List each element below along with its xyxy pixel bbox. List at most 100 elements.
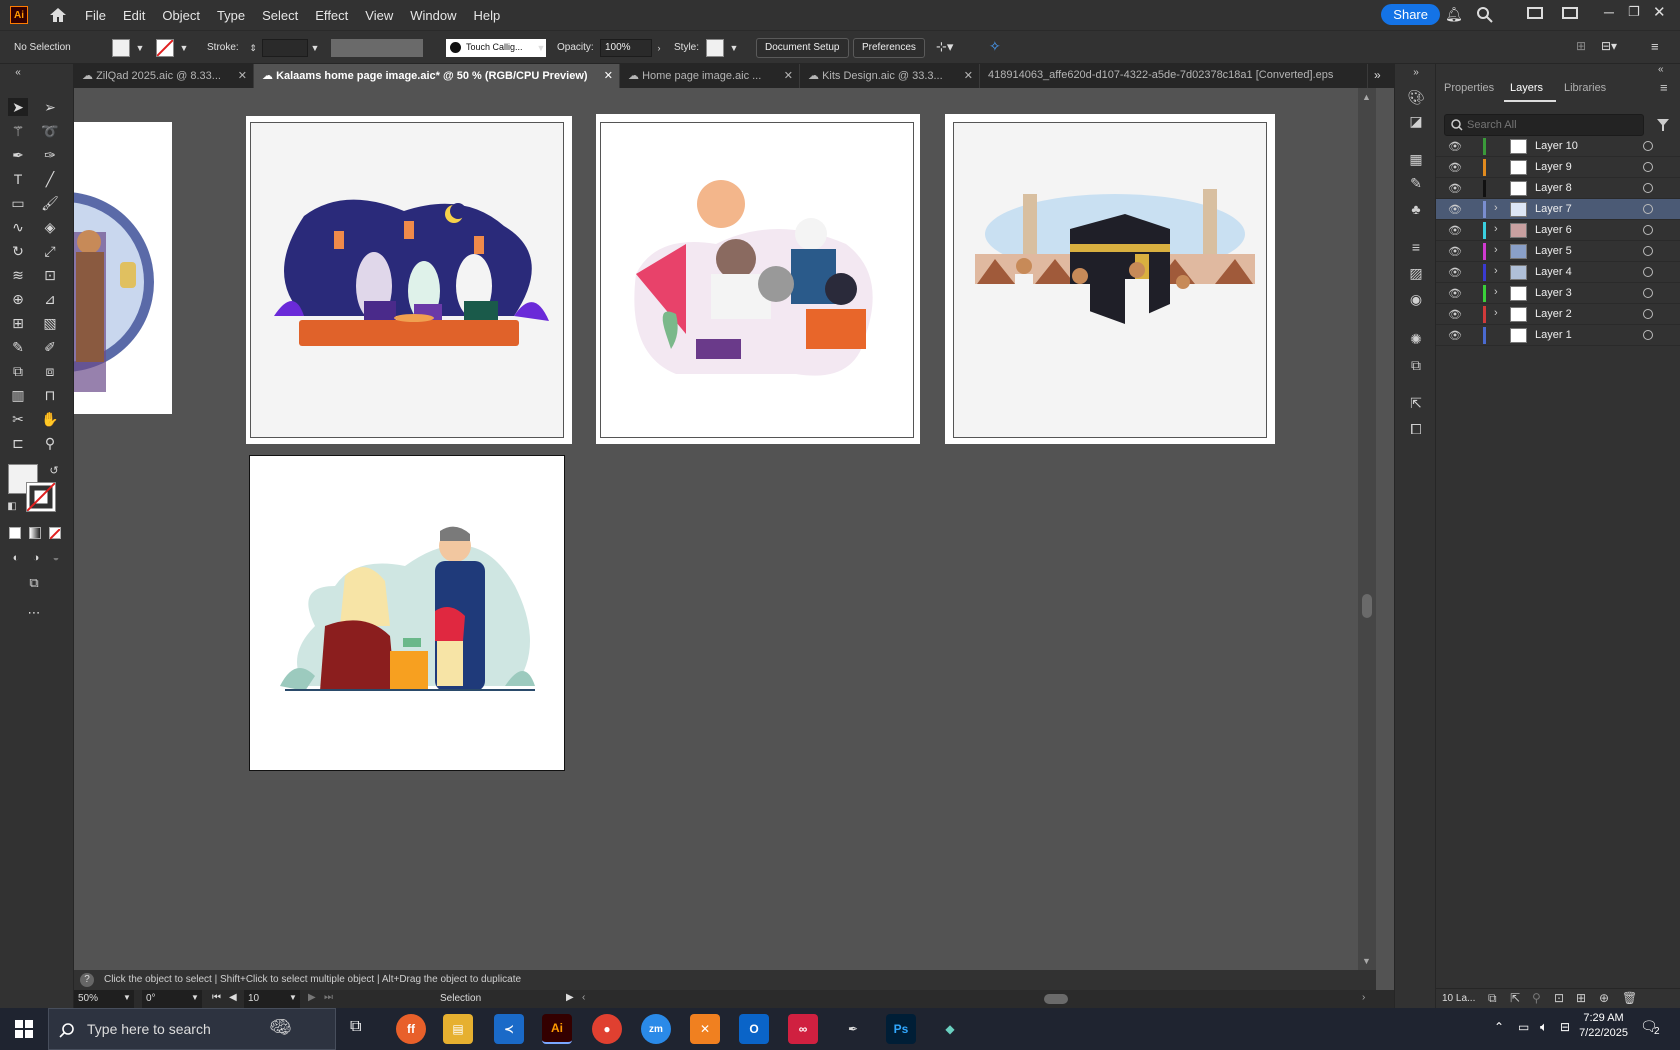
panel-menu-icon[interactable]: ≡: [1660, 80, 1668, 95]
color-mode-icon[interactable]: [9, 527, 21, 539]
tab-zilqad[interactable]: ☁ ZilQad 2025.aic @ 8.33... ✕: [74, 64, 254, 88]
close-window-icon[interactable]: ✕: [1653, 3, 1666, 21]
menu-effect[interactable]: Effect: [315, 8, 348, 23]
illustrator-taskbar-icon[interactable]: Ai: [542, 1014, 572, 1044]
type-tool-icon[interactable]: T: [8, 170, 28, 188]
delete-layer-icon[interactable]: 🗑︎: [1622, 991, 1637, 1005]
layer-row[interactable]: 👁︎ Layer 8: [1436, 178, 1680, 199]
minimize-icon[interactable]: ─: [1604, 4, 1614, 20]
tab-properties[interactable]: Properties: [1444, 82, 1494, 94]
scroll-left-icon[interactable]: ‹: [582, 992, 585, 1003]
bell-icon[interactable]: 🔔︎: [1445, 6, 1463, 23]
eye-icon[interactable]: 👁︎: [1448, 245, 1462, 258]
hand-tool-icon[interactable]: ✋: [40, 410, 60, 428]
horizontal-scroll-thumb[interactable]: [1044, 994, 1068, 1004]
appearance-icon[interactable]: ✺: [1407, 330, 1425, 348]
draw-normal-icon[interactable]: ◐: [6, 549, 26, 567]
magic-wand-tool-icon[interactable]: ⚚: [8, 122, 28, 140]
scroll-up-icon[interactable]: ▲: [1362, 92, 1371, 102]
layer-row[interactable]: 👁︎ › Layer 5: [1436, 241, 1680, 262]
brush-definition[interactable]: Touch Callig...: [446, 39, 546, 57]
layer-name[interactable]: Layer 4: [1535, 266, 1572, 278]
gradient-mode-icon[interactable]: [29, 527, 41, 539]
eye-icon[interactable]: 👁︎: [1448, 287, 1462, 300]
chevron-right-icon[interactable]: ›: [1494, 307, 1498, 319]
menu-edit[interactable]: Edit: [123, 8, 145, 23]
layer-name[interactable]: Layer 1: [1535, 329, 1572, 341]
chevron-right-icon[interactable]: ›: [1494, 244, 1498, 256]
measure-tool-icon[interactable]: ✐: [40, 338, 60, 356]
vscode-icon[interactable]: ≺: [494, 1014, 524, 1044]
task-view-icon[interactable]: ⧉: [350, 1018, 361, 1036]
selection-tool-icon[interactable]: ➤: [8, 98, 28, 116]
scroll-right-icon[interactable]: ›: [1362, 992, 1365, 1003]
artboard-iftar[interactable]: [246, 116, 572, 444]
fill-dropdown-icon[interactable]: ▼: [133, 39, 147, 57]
scroll-down-icon[interactable]: ▼: [1362, 956, 1371, 966]
stroke-swatch[interactable]: [156, 39, 174, 57]
zoom-dropdown-icon[interactable]: ▼: [123, 993, 131, 1002]
rotation-dropdown-icon[interactable]: ▼: [191, 993, 199, 1002]
artboard-partial[interactable]: [74, 122, 172, 414]
rotate-tool-icon[interactable]: ↻: [8, 242, 28, 260]
xampp-icon[interactable]: ✕: [690, 1014, 720, 1044]
target-icon[interactable]: [1643, 309, 1653, 319]
target-icon[interactable]: [1643, 330, 1653, 340]
first-artboard-icon[interactable]: ⏮: [212, 992, 221, 1003]
lasso-tool-icon[interactable]: ➰: [40, 122, 60, 140]
stroke-weight-dropdown-icon[interactable]: ▼: [308, 39, 322, 57]
chevron-right-icon[interactable]: ›: [1494, 202, 1498, 214]
tab-libraries[interactable]: Libraries: [1564, 82, 1606, 94]
file-explorer-icon[interactable]: ▤: [443, 1014, 473, 1044]
taskbar-clock[interactable]: 7:29 AM 7/22/2025: [1579, 1012, 1628, 1039]
eye-icon[interactable]: 👁︎: [1448, 266, 1462, 279]
target-icon[interactable]: [1643, 183, 1653, 193]
symbol-sprayer-tool-icon[interactable]: ⧈: [40, 362, 60, 380]
more-tools-icon[interactable]: ⋯: [24, 604, 44, 622]
close-tab-icon[interactable]: ✕: [964, 69, 973, 82]
workspace-icon[interactable]: [1562, 7, 1578, 19]
screen-mode-icon[interactable]: ⧉: [24, 574, 44, 592]
menu-type[interactable]: Type: [217, 8, 245, 23]
transform-icon[interactable]: ⊞: [1576, 39, 1586, 53]
eye-icon[interactable]: 👁︎: [1448, 182, 1462, 195]
target-icon[interactable]: [1643, 246, 1653, 256]
rectangle-tool-icon[interactable]: ▭: [8, 194, 28, 212]
layer-row[interactable]: 👁︎ Layer 1: [1436, 325, 1680, 346]
swap-colors-icon[interactable]: ↺: [44, 462, 64, 480]
chrome-icon[interactable]: ●: [592, 1014, 622, 1044]
close-tab-icon[interactable]: ✕: [604, 69, 613, 82]
align-options-icon[interactable]: ⊹▾: [936, 39, 953, 55]
chevron-right-icon[interactable]: ›: [1494, 286, 1498, 298]
layer-row[interactable]: 👁︎ Layer 10: [1436, 136, 1680, 157]
stroke-color-swatch[interactable]: [26, 482, 56, 512]
chevron-right-icon[interactable]: ›: [1494, 223, 1498, 235]
menu-select[interactable]: Select: [262, 8, 298, 23]
shape-builder-tool-icon[interactable]: ⊕: [8, 290, 28, 308]
layer-row[interactable]: 👁︎ Layer 9: [1436, 157, 1680, 178]
share-button[interactable]: Share: [1381, 4, 1440, 25]
target-icon[interactable]: [1643, 267, 1653, 277]
artboard-tool-icon[interactable]: ⊓: [40, 386, 60, 404]
perspective-grid-tool-icon[interactable]: ⊿: [40, 290, 60, 308]
stroke-dropdown-icon[interactable]: ▼: [177, 39, 191, 57]
control-menu-icon[interactable]: ≡: [1651, 39, 1659, 54]
shaper-tool-icon[interactable]: ∿: [8, 218, 28, 236]
network-icon[interactable]: ▭: [1518, 1020, 1529, 1034]
recolor-icon[interactable]: ✧: [989, 38, 1001, 55]
default-colors-icon[interactable]: ◧: [2, 498, 22, 516]
eye-icon[interactable]: 👁︎: [1448, 161, 1462, 174]
brushes-icon[interactable]: ✎: [1407, 174, 1425, 192]
menu-file[interactable]: File: [85, 8, 106, 23]
chevron-right-icon[interactable]: ›: [1494, 265, 1498, 277]
draw-behind-icon[interactable]: ◑: [26, 549, 46, 567]
gradient-panel-icon[interactable]: ▨: [1407, 264, 1425, 282]
artboard-kaaba[interactable]: [945, 114, 1275, 444]
tab-layers[interactable]: Layers: [1510, 82, 1543, 94]
document-setup-button[interactable]: Document Setup: [756, 38, 849, 58]
layer-name[interactable]: Layer 7: [1535, 203, 1572, 215]
language-icon[interactable]: ⊟: [1560, 1020, 1570, 1034]
zoom-app-icon[interactable]: zm: [641, 1014, 671, 1044]
close-tab-icon[interactable]: ✕: [238, 69, 247, 82]
firefox-icon[interactable]: ff: [396, 1014, 426, 1044]
